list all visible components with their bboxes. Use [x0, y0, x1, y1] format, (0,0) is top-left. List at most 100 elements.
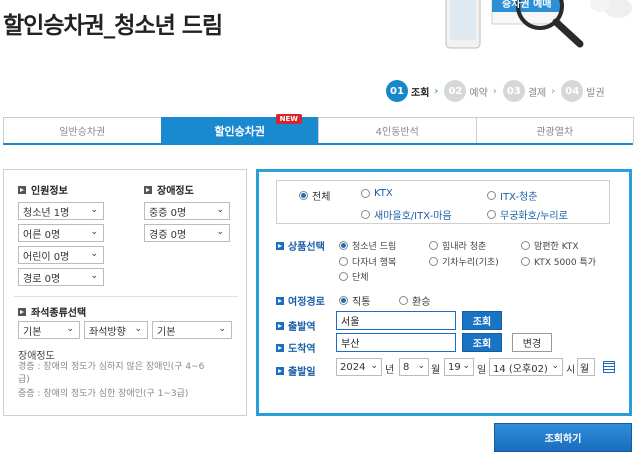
passenger-info-heading: 인원정보 [18, 182, 68, 197]
product-cheer-up-youth-radio[interactable]: 힘내라 청춘 [429, 239, 486, 252]
month-select[interactable]: 8 ⌄ [399, 358, 429, 376]
step-reserve: 02 예약 › [444, 80, 497, 102]
radio-label: 새마을호/ITX-마음 [374, 211, 452, 222]
seat-direction-select[interactable]: 좌석방향 ⌄ [84, 321, 148, 339]
product-multi-child-radio[interactable]: 다자녀 행복 [339, 255, 396, 268]
seat-type-select[interactable]: 기본 ⌄ [18, 321, 80, 339]
bullet-icon [276, 366, 284, 375]
product-label: 상품선택 [288, 242, 325, 253]
mild-disability-select[interactable]: 경증 0명 ⌄ [144, 224, 230, 242]
radio-icon [487, 191, 496, 200]
bullet-icon [144, 185, 152, 194]
passenger-info-label: 인원정보 [31, 186, 68, 197]
route-transfer-radio[interactable]: 환승 [399, 293, 430, 308]
search-submit-button[interactable]: 조회하기 [494, 423, 632, 452]
new-badge: NEW [275, 114, 302, 124]
radio-label: 환승 [412, 297, 431, 308]
route-direct-radio[interactable]: 직통 [339, 293, 370, 308]
radio-label: KTX 5000 특가 [534, 258, 597, 268]
chevron-right-icon: › [551, 85, 556, 97]
step-number: 01 [386, 80, 408, 102]
disability-label: 장애정도 [157, 186, 194, 197]
select-value: 기본 [157, 326, 176, 338]
tab-tour-train[interactable]: 관광열차 [475, 117, 634, 143]
date-label: 출발일 [288, 367, 316, 378]
train-type-all-radio[interactable]: 전체 [299, 188, 330, 203]
radio-label: 단체 [352, 273, 369, 283]
arrival-label: 도착역 [288, 344, 316, 355]
radio-label: 기차누리(기초) [442, 258, 499, 268]
bullet-icon [276, 296, 284, 305]
chevron-down-icon: ⌄ [218, 324, 226, 334]
train-type-ktx-radio[interactable]: KTX [361, 188, 393, 199]
chevron-down-icon: ⌄ [551, 361, 559, 371]
bullet-icon [18, 307, 26, 316]
page-title: 할인승차권_청소년 드림 [3, 13, 223, 39]
radio-icon [487, 210, 496, 219]
select-value: 중증 0명 [149, 207, 187, 219]
step-number: 02 [444, 80, 467, 102]
train-type-mugunghwa-radio[interactable]: 무궁화호/누리로 [487, 207, 568, 222]
arrival-station-field[interactable]: 부산 [336, 333, 456, 352]
tab-regular-ticket[interactable]: 일반승차권 [3, 117, 162, 143]
swap-stations-button[interactable]: 변경 [512, 333, 552, 352]
calendar-icon[interactable] [603, 361, 615, 373]
tab-discount-ticket[interactable]: 할인승차권 NEW [160, 114, 319, 143]
departure-heading: 출발역 [276, 318, 316, 333]
product-heading: 상품선택 [276, 238, 325, 253]
radio-icon [339, 272, 348, 281]
bullet-icon [276, 321, 284, 330]
seat-position-select[interactable]: 기본 ⌄ [152, 321, 232, 339]
month-unit: 월 [431, 365, 441, 376]
arrival-search-button[interactable]: 조회 [462, 333, 502, 352]
product-gicha-nuri-radio[interactable]: 기차누리(기초) [429, 255, 499, 268]
hour-unit: 시 [566, 365, 576, 376]
day-select[interactable]: 19 ⌄ [444, 358, 474, 376]
radio-icon [361, 210, 370, 219]
step-issue: 04 발권 [561, 80, 605, 102]
year-select[interactable]: 2024 ⌄ [336, 358, 382, 376]
select-value: 2024 [340, 361, 366, 373]
product-ktx-5000-radio[interactable]: KTX 5000 특가 [521, 255, 596, 268]
radio-icon [339, 241, 348, 250]
chevron-down-icon: ⌄ [90, 249, 98, 259]
departure-station-field[interactable]: 서울 [336, 311, 456, 330]
radio-icon [361, 189, 370, 198]
ticket-type-tabs: 일반승차권 할인승차권 NEW 4인동반석 관광열차 [3, 114, 634, 145]
product-group-radio[interactable]: 단체 [339, 270, 369, 283]
select-value: 경로 0명 [23, 273, 61, 285]
youth-count-select[interactable]: 청소년 1명 ⌄ [18, 202, 104, 220]
weekday-value: 월 [580, 363, 590, 375]
passenger-panel: 인원정보 장애정도 청소년 1명 ⌄ 어른 0명 ⌄ 어린이 0명 ⌄ 경로 0명 ⌄ … [3, 169, 247, 416]
severe-disability-select[interactable]: 중증 0명 ⌄ [144, 202, 230, 220]
train-type-saemaeul-radio[interactable]: 새마을호/ITX-마음 [361, 207, 452, 222]
step-label: 발권 [586, 87, 605, 99]
adult-count-select[interactable]: 어른 0명 ⌄ [18, 224, 104, 242]
tab-four-person-seat[interactable]: 4인동반석 [318, 117, 477, 143]
note-line: 중증 : 장애의 정도가 심한 장애인(구 1~3급) [18, 389, 189, 399]
select-value: 기본 [23, 326, 42, 338]
radio-icon [339, 296, 348, 305]
radio-icon [339, 257, 348, 266]
bullet-icon [276, 343, 284, 352]
radio-label: 청소년 드림 [352, 242, 397, 252]
product-comfortable-ktx-radio[interactable]: 맘편한 KTX [521, 239, 579, 252]
select-value: 19 [448, 361, 461, 373]
radio-label: 맘편한 KTX [534, 242, 579, 252]
chevron-right-icon: › [492, 85, 497, 97]
radio-icon [429, 241, 438, 250]
route-heading: 여정경로 [276, 293, 325, 308]
radio-label: 직통 [352, 297, 371, 308]
chevron-down-icon: ⌄ [417, 361, 425, 371]
note-line: 경증 : 장애의 정도가 심하지 않은 장애인(구 4~6 [18, 362, 205, 372]
senior-count-select[interactable]: 경로 0명 ⌄ [18, 268, 104, 286]
chevron-down-icon: ⌄ [66, 324, 74, 334]
day-unit: 일 [477, 365, 487, 376]
year-unit: 년 [385, 365, 395, 376]
hour-select[interactable]: 14 (오후02) ⌄ [489, 358, 563, 376]
train-type-itx-cheongchun-radio[interactable]: ITX-청춘 [487, 188, 537, 203]
departure-search-button[interactable]: 조회 [462, 311, 502, 330]
product-youth-dream-radio[interactable]: 청소년 드림 [339, 239, 396, 252]
child-count-select[interactable]: 어린이 0명 ⌄ [18, 246, 104, 264]
progress-steps: 01 조회 › 02 예약 › 03 결제 › 04 발권 [386, 80, 611, 102]
